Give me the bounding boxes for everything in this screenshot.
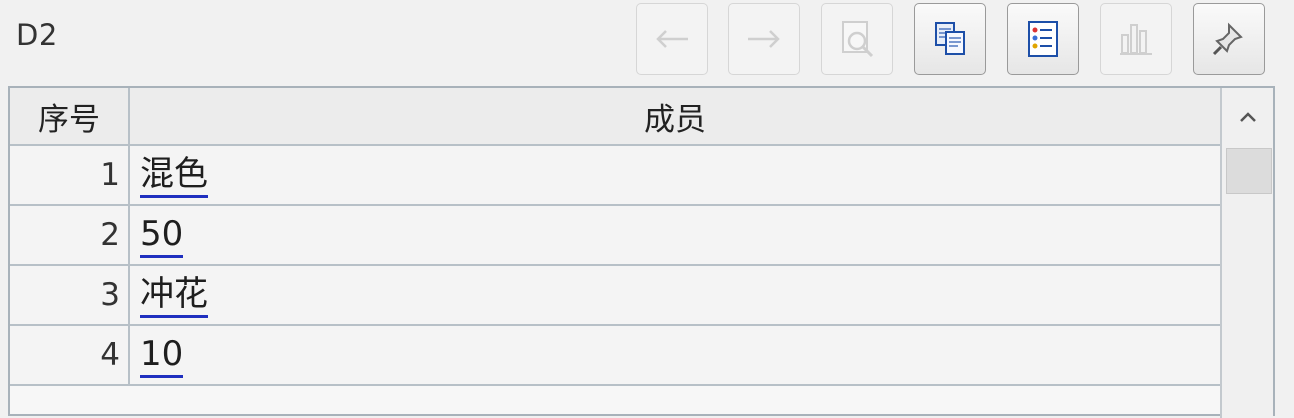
table-row[interactable]: 2 50 xyxy=(10,206,1220,266)
header-index[interactable]: 序号 xyxy=(10,88,130,146)
row-index: 2 xyxy=(10,206,130,264)
member-link[interactable]: 混色 xyxy=(140,154,208,198)
pin-icon xyxy=(1212,22,1243,56)
scroll-thumb[interactable] xyxy=(1226,148,1272,194)
table-row[interactable]: 3 冲花 xyxy=(10,266,1220,326)
bar-chart-icon xyxy=(1120,24,1152,55)
members-table: 序号 成员 1 混色 2 50 3 冲花 4 10 xyxy=(8,86,1275,418)
list-button[interactable] xyxy=(1007,3,1079,75)
member-link[interactable]: 冲花 xyxy=(140,274,208,318)
table-row[interactable]: 1 混色 xyxy=(10,146,1220,206)
copy-button[interactable] xyxy=(914,3,986,75)
pin-button[interactable] xyxy=(1193,3,1265,75)
forward-button[interactable] xyxy=(728,3,800,75)
cell-name-label: D2 xyxy=(16,18,58,52)
preview-button[interactable] xyxy=(821,3,893,75)
arrow-left-icon xyxy=(656,30,688,48)
scroll-up-button[interactable] xyxy=(1222,88,1273,146)
arrow-right-icon xyxy=(748,30,780,48)
row-index: 3 xyxy=(10,266,130,324)
copy-icon xyxy=(935,22,965,55)
member-link[interactable]: 50 xyxy=(140,214,184,258)
list-icon xyxy=(1028,21,1058,57)
magnifier-document-icon xyxy=(842,21,874,58)
row-index: 1 xyxy=(10,146,130,204)
table-row[interactable]: 4 10 xyxy=(10,326,1220,386)
vertical-scrollbar[interactable] xyxy=(1220,88,1273,418)
header-member[interactable]: 成员 xyxy=(130,88,1220,146)
chart-button[interactable] xyxy=(1100,3,1172,75)
chevron-up-icon xyxy=(1239,112,1256,122)
member-link[interactable]: 10 xyxy=(140,334,184,378)
back-button[interactable] xyxy=(636,3,708,75)
row-index: 4 xyxy=(10,326,130,384)
